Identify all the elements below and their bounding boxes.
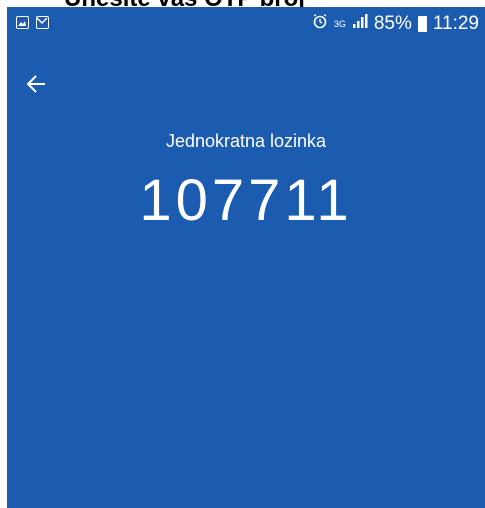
image-icon [16,16,29,29]
otp-code: 107711 [139,168,353,233]
page: Unesite vaš OTP broj [0,0,485,508]
battery-percent-text: 85% [373,13,412,34]
app-screen: 3G 85% 11:29 Jednokratna lozinka 107711 [7,7,485,508]
alarm-clock-icon [312,13,328,35]
otp-label: Jednokratna lozinka [165,131,327,151]
status-bar-right: 3G 85% 11:29 [312,12,479,36]
status-time-text: 11:29 [432,13,479,34]
network-type-text: 3G [333,18,346,29]
signal-bars-icon [352,13,368,35]
back-button[interactable] [21,71,51,101]
mail-icon [36,16,49,29]
arrow-left-icon [25,74,47,99]
battery-icon [417,16,427,32]
status-bar: 3G 85% 11:29 [7,7,485,43]
